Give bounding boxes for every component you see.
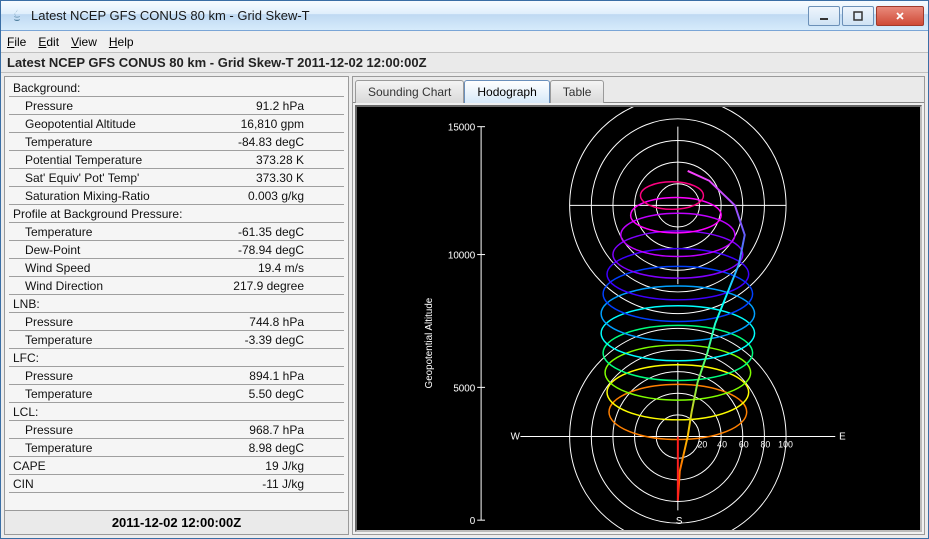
svg-text:40: 40 [717, 439, 727, 449]
menu-help[interactable]: Help [109, 35, 134, 49]
table-row: Sat' Equiv' Pot' Temp'373.30 K [9, 169, 344, 187]
section-background: Background: [9, 79, 344, 97]
table-row: Pressure894.1 hPa [9, 367, 344, 385]
table-row: Pressure91.2 hPa [9, 97, 344, 115]
menu-file[interactable]: File [7, 35, 26, 49]
maximize-button[interactable] [842, 6, 874, 26]
content-area: Background: Pressure91.2 hPa Geopotentia… [1, 73, 928, 538]
svg-text:W: W [511, 431, 521, 442]
table-row: Wind Direction217.9 degree [9, 277, 344, 295]
tab-hodograph[interactable]: Hodograph [464, 80, 549, 103]
table-row: Temperature5.50 degC [9, 385, 344, 403]
close-button[interactable] [876, 6, 924, 26]
hodograph-upper [570, 107, 786, 314]
axis-tick-label: 5000 [453, 383, 475, 394]
tab-bar: Sounding Chart Hodograph Table [353, 77, 924, 103]
table-row: Pressure968.7 hPa [9, 421, 344, 439]
data-table: Background: Pressure91.2 hPa Geopotentia… [5, 77, 348, 510]
section-profile: Profile at Background Pressure: [9, 205, 344, 223]
window-title: Latest NCEP GFS CONUS 80 km - Grid Skew-… [31, 8, 806, 23]
row-cin: CIN-11 J/kg [9, 475, 344, 493]
svg-text:E: E [839, 431, 846, 442]
timestamp: 2011-12-02 12:00:00Z [5, 510, 348, 534]
menu-view[interactable]: View [71, 35, 97, 49]
menu-edit[interactable]: Edit [38, 35, 59, 49]
axis-tick-label: 10000 [448, 250, 476, 261]
tab-sounding-chart[interactable]: Sounding Chart [355, 80, 464, 103]
table-row: Geopotential Altitude16,810 gpm [9, 115, 344, 133]
svg-text:80: 80 [760, 439, 770, 449]
table-row: Temperature-84.83 degC [9, 133, 344, 151]
table-row: Saturation Mixing-Ratio0.003 g/kg [9, 187, 344, 205]
java-icon [9, 8, 25, 24]
section-lfc: LFC: [9, 349, 344, 367]
chart-panel: Sounding Chart Hodograph Table 15000 100… [352, 76, 925, 535]
table-row: Dew-Point-78.94 degC [9, 241, 344, 259]
menubar: File Edit View Help [1, 31, 928, 53]
hodograph-svg: 15000 10000 5000 0 Geopotential Altitude [357, 107, 920, 530]
table-row: Temperature-61.35 degC [9, 223, 344, 241]
section-lnb: LNB: [9, 295, 344, 313]
table-row: Wind Speed19.4 m/s [9, 259, 344, 277]
page-title: Latest NCEP GFS CONUS 80 km - Grid Skew-… [1, 53, 928, 73]
section-lcl: LCL: [9, 403, 344, 421]
window-buttons [806, 6, 924, 26]
svg-text:S: S [676, 516, 683, 527]
axis-label: Geopotential Altitude [424, 297, 435, 388]
svg-text:20: 20 [698, 439, 708, 449]
hodograph-display[interactable]: 15000 10000 5000 0 Geopotential Altitude [355, 105, 922, 532]
axis-tick-label: 0 [470, 516, 476, 527]
table-row: Pressure744.8 hPa [9, 313, 344, 331]
svg-text:60: 60 [739, 439, 749, 449]
svg-text:100: 100 [778, 439, 793, 449]
table-row: Temperature-3.39 degC [9, 331, 344, 349]
app-window: Latest NCEP GFS CONUS 80 km - Grid Skew-… [0, 0, 929, 539]
table-row: Potential Temperature373.28 K [9, 151, 344, 169]
tab-table[interactable]: Table [550, 80, 605, 103]
table-row: Temperature8.98 degC [9, 439, 344, 457]
minimize-button[interactable] [808, 6, 840, 26]
row-cape: CAPE19 J/kg [9, 457, 344, 475]
titlebar[interactable]: Latest NCEP GFS CONUS 80 km - Grid Skew-… [1, 1, 928, 31]
data-panel: Background: Pressure91.2 hPa Geopotentia… [4, 76, 349, 535]
axis-tick-label: 15000 [448, 123, 476, 134]
